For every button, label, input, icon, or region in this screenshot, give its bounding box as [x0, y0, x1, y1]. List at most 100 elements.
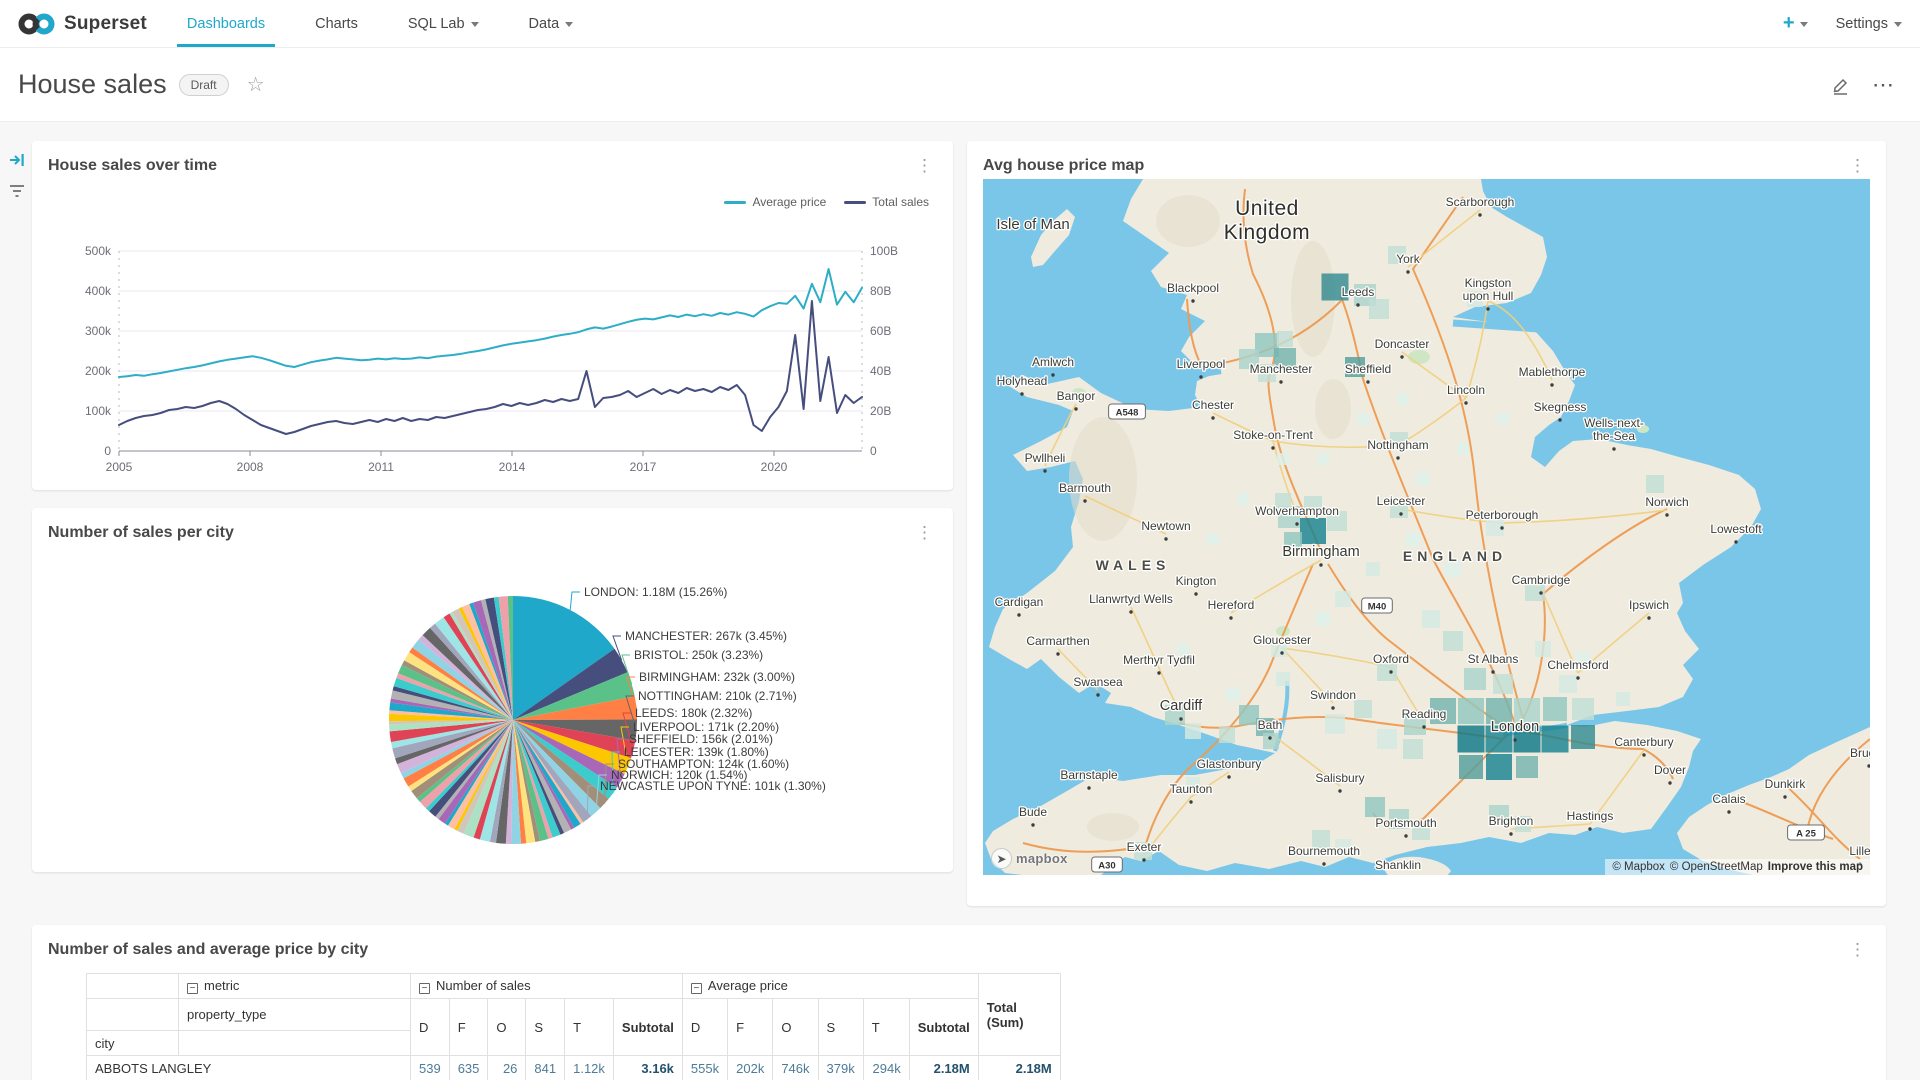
dashboard-more-menu-icon[interactable]: ⋯ [1872, 78, 1896, 91]
map-city-dot [1647, 616, 1650, 619]
heat-cell [1237, 493, 1249, 505]
heat-cell [1616, 692, 1630, 706]
map-label: Bude [1019, 805, 1047, 819]
cell-value: 555k [682, 1056, 727, 1080]
col-header: S [526, 999, 565, 1056]
y-right-tick: 40B [870, 364, 891, 378]
map-label: Lincoln [1447, 383, 1485, 397]
cell-value: 26 [488, 1056, 526, 1080]
chart-legend[interactable]: Average price Total sales [724, 195, 929, 209]
y-right-tick: 0 [870, 444, 877, 458]
map-label: St Albans [1468, 652, 1519, 666]
pivot-table: −metric −Number of sales −Average price … [86, 973, 1061, 1080]
nav-sql-lab[interactable]: SQL Lab [404, 0, 483, 47]
map-label: Hereford [1208, 598, 1255, 612]
chart-kebab-menu-icon[interactable]: ⋮ [1845, 941, 1870, 958]
new-item-button[interactable]: + [1783, 12, 1808, 35]
improve-map-link[interactable]: Improve this map [1768, 861, 1863, 873]
mapbox-attribution-link[interactable]: © Mapbox [1612, 861, 1665, 873]
map-label: York [1396, 252, 1421, 266]
col-header: D [411, 999, 450, 1056]
heat-cell [1572, 698, 1594, 720]
mapbox-logo-text: mapbox [1016, 851, 1068, 866]
edit-pencil-icon[interactable] [1830, 75, 1850, 95]
superset-brand[interactable]: Superset [18, 0, 147, 47]
x-tick: 2014 [499, 460, 526, 474]
mapbox-logo[interactable]: ➤ mapbox [991, 848, 1068, 869]
price-group-header[interactable]: −Average price [682, 974, 978, 999]
chart-title: Avg house price map [983, 157, 1144, 175]
nav-sql-lab-label: SQL Lab [408, 16, 465, 32]
heat-cell [1542, 726, 1569, 753]
map-city-dot [1271, 446, 1274, 449]
map-city-dot [1422, 725, 1425, 728]
map-label: Barmouth [1059, 481, 1111, 495]
chart-card-avg-house-price-map: Avg house price map ⋮ [967, 141, 1886, 906]
pie-label: NOTTINGHAM: 210k (2.71%) [638, 689, 797, 703]
chart-title: Number of sales per city [48, 524, 234, 542]
collapse-icon[interactable]: − [419, 983, 430, 994]
map-label: Shanklin [1375, 858, 1421, 872]
filter-icon[interactable] [9, 184, 25, 198]
nav-dashboards[interactable]: Dashboards [183, 0, 269, 47]
legend-item[interactable]: Total sales [844, 195, 929, 209]
map-city-dot [1558, 418, 1561, 421]
pie-label: NEWCASTLE UPON TYNE: 101k (1.30%) [600, 779, 826, 793]
heat-cell [1366, 562, 1380, 576]
heat-cell [1316, 612, 1330, 626]
map-city-dot [1211, 416, 1214, 419]
heat-cell [1325, 714, 1345, 734]
map-canvas[interactable]: UnitedKingdomIsle of ManWALESENGLANDScar… [983, 179, 1870, 875]
map-city-dot [1550, 383, 1553, 386]
map-label: Exeter [1127, 840, 1162, 854]
nav-data[interactable]: Data [525, 0, 578, 47]
metric-header[interactable]: −metric [179, 974, 411, 999]
map-city-dot [1668, 781, 1671, 784]
map-city-dot [1142, 858, 1145, 861]
collapse-icon[interactable]: − [187, 983, 198, 994]
heat-cell [1464, 668, 1486, 690]
x-tick: 2008 [237, 460, 264, 474]
chart-kebab-menu-icon[interactable]: ⋮ [912, 157, 937, 174]
x-tick: 2011 [368, 460, 394, 474]
map-city-dot [1164, 537, 1167, 540]
col-header: F [728, 999, 773, 1056]
map-city-dot [1478, 213, 1481, 216]
map-city-dot [1576, 676, 1579, 679]
road-badge-label: A 25 [1796, 829, 1816, 840]
cell-value: 746k [773, 1056, 818, 1080]
legend-label: Total sales [872, 195, 929, 209]
map-label: Kington [1176, 574, 1217, 588]
heat-cell [1443, 631, 1463, 651]
favorite-star-icon[interactable]: ☆ [247, 75, 265, 95]
map-city-dot [1396, 456, 1399, 459]
map-city-dot [1486, 307, 1489, 310]
nav-charts[interactable]: Charts [311, 0, 362, 47]
city-header: city [87, 1031, 179, 1056]
pie-label: BRISTOL: 250k (3.23%) [634, 648, 763, 662]
cell-value: 539 [411, 1056, 450, 1080]
sales-group-header[interactable]: −Number of sales [411, 974, 683, 999]
map-city-dot [1406, 270, 1409, 273]
legend-item[interactable]: Average price [724, 195, 826, 209]
brand-name: Superset [64, 13, 147, 35]
map-label: Lille [1849, 844, 1870, 858]
map-label: Glastonbury [1197, 757, 1262, 771]
osm-attribution-link[interactable]: © OpenStreetMap [1670, 861, 1763, 873]
collapse-icon[interactable]: − [691, 983, 702, 994]
map-city-dot [1295, 522, 1298, 525]
heat-cell [1406, 532, 1420, 546]
map-label: Skegness [1534, 400, 1587, 414]
map-label: Oxford [1373, 652, 1409, 666]
map-label: Norwich [1645, 495, 1688, 509]
settings-menu[interactable]: Settings [1836, 16, 1902, 32]
map-city-dot [1199, 375, 1202, 378]
map-label: Canterbury [1614, 735, 1673, 749]
expand-filter-bar-icon[interactable] [9, 152, 26, 168]
chart-kebab-menu-icon[interactable]: ⋮ [1845, 157, 1870, 174]
dashboard-body: House sales over time ⋮ Average priceTot… [0, 122, 1920, 1080]
pie-label: LONDON: 1.18M (15.26%) [584, 585, 727, 599]
map-city-dot [1389, 670, 1392, 673]
chart-kebab-menu-icon[interactable]: ⋮ [912, 524, 937, 541]
x-tick: 2017 [630, 460, 657, 474]
